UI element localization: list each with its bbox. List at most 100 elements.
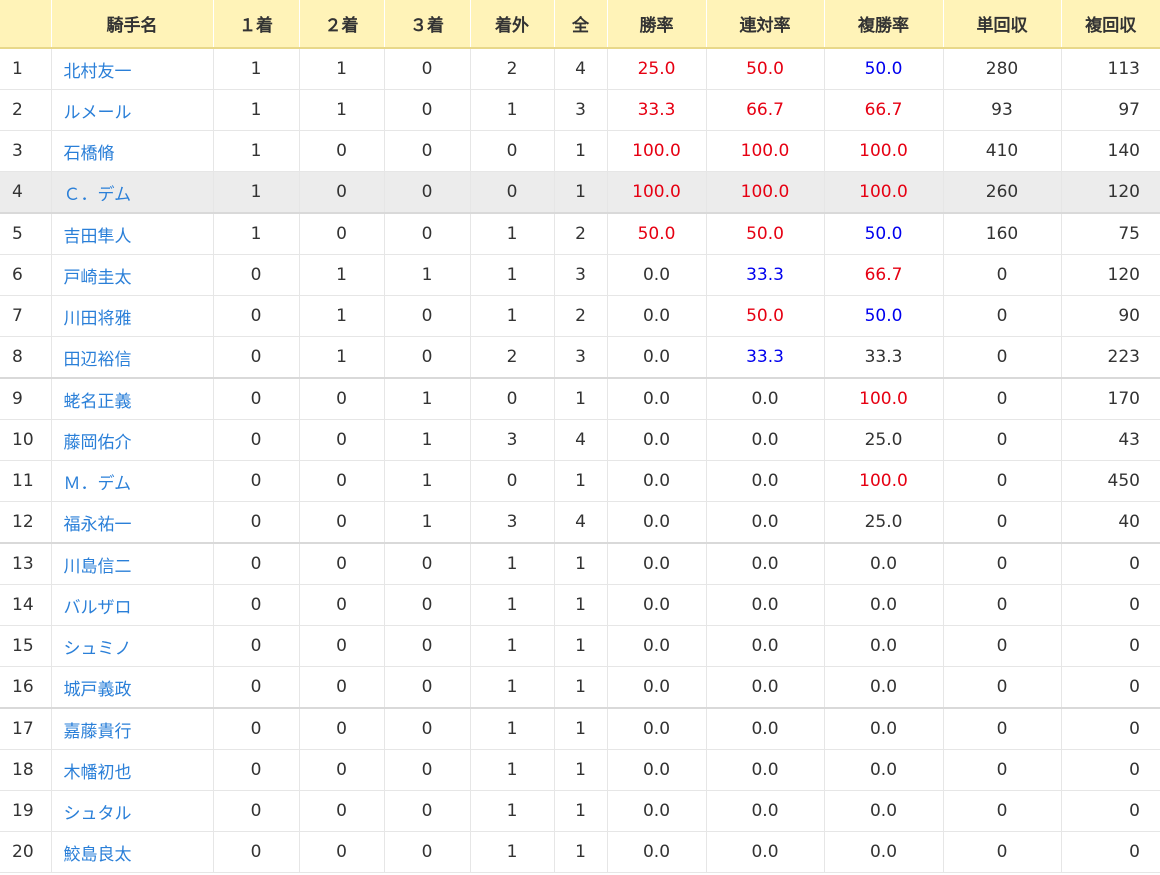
cell-win-rate: 0.0	[607, 460, 707, 502]
cell-win-return: 410	[943, 130, 1062, 172]
cell-out-of-place: 1	[470, 254, 555, 296]
jockey-name-link[interactable]: シュミノ	[64, 639, 132, 659]
cell-place-return: 0	[1061, 831, 1160, 873]
jockey-name-link[interactable]: 田辺裕信	[64, 350, 132, 370]
jockey-name-link[interactable]: 戸崎圭太	[64, 268, 132, 288]
cell-win-return: 0	[943, 336, 1062, 379]
jockey-name-link[interactable]: ルメール	[64, 103, 132, 123]
cell-rank: 10	[0, 419, 52, 461]
cell-out-of-place: 1	[470, 666, 555, 709]
cell-all: 1	[554, 790, 608, 832]
cell-all: 1	[554, 460, 608, 502]
cell-quinella-rate: 66.7	[706, 89, 825, 131]
cell-second: 0	[299, 625, 385, 667]
cell-rank: 9	[0, 378, 52, 420]
cell-place-rate: 25.0	[824, 419, 944, 461]
cell-third: 0	[384, 831, 471, 873]
jockey-name-link[interactable]: Ｍ．デム	[64, 474, 132, 494]
jockey-name-link[interactable]: 城戸義政	[64, 680, 132, 700]
cell-place-return: 0	[1061, 625, 1160, 667]
jockey-name-link[interactable]: バルザロ	[64, 598, 132, 618]
jockey-name-link[interactable]: 木幡初也	[64, 763, 132, 783]
cell-quinella-rate: 0.0	[706, 460, 825, 502]
cell-place-rate: 0.0	[824, 666, 944, 709]
cell-first: 0	[213, 666, 300, 709]
cell-win-rate: 0.0	[607, 501, 707, 544]
cell-win-return: 0	[943, 708, 1062, 750]
cell-place-return: 0	[1061, 584, 1160, 626]
cell-quinella-rate: 0.0	[706, 666, 825, 709]
jockey-name-link[interactable]: 吉田隼人	[64, 227, 132, 247]
header-first[interactable]: １着	[213, 0, 300, 49]
cell-first: 0	[213, 295, 300, 337]
cell-second: 0	[299, 130, 385, 172]
cell-first: 0	[213, 378, 300, 420]
jockey-name-link[interactable]: 北村友一	[64, 62, 132, 82]
cell-win-rate: 0.0	[607, 625, 707, 667]
cell-third: 0	[384, 749, 471, 791]
cell-place-rate: 66.7	[824, 89, 944, 131]
header-quinella-rate[interactable]: 連対率	[706, 0, 825, 49]
cell-second: 0	[299, 460, 385, 502]
cell-third: 0	[384, 666, 471, 709]
cell-place-rate: 100.0	[824, 460, 944, 502]
jockey-stats-table: 騎手名 １着 ２着 ３着 着外 全 勝率 連対率 複勝率 単回収 複回収 1 北村…	[0, 0, 1160, 873]
cell-out-of-place: 1	[470, 708, 555, 750]
header-win-rate[interactable]: 勝率	[607, 0, 707, 49]
cell-place-return: 43	[1061, 419, 1160, 461]
header-second[interactable]: ２着	[299, 0, 385, 49]
jockey-name-link[interactable]: 嘉藤貴行	[64, 722, 132, 742]
cell-jockey-name: 福永祐一	[51, 501, 214, 544]
jockey-name-link[interactable]: 藤岡佑介	[64, 433, 132, 453]
jockey-name-link[interactable]: 鮫島良太	[64, 845, 132, 865]
cell-quinella-rate: 0.0	[706, 749, 825, 791]
cell-place-rate: 50.0	[824, 213, 944, 255]
cell-place-rate: 66.7	[824, 254, 944, 296]
header-place-rate[interactable]: 複勝率	[824, 0, 944, 49]
table-row: 15 シュミノ 0 0 0 1 1 0.0 0.0 0.0 0 0	[0, 625, 1160, 667]
jockey-name-link[interactable]: 石橋脩	[64, 144, 115, 164]
header-out-of-place[interactable]: 着外	[470, 0, 555, 49]
cell-place-return: 0	[1061, 790, 1160, 832]
cell-second: 1	[299, 89, 385, 131]
cell-first: 0	[213, 625, 300, 667]
jockey-name-link[interactable]: 福永祐一	[64, 515, 132, 535]
cell-win-return: 0	[943, 831, 1062, 873]
cell-out-of-place: 0	[470, 378, 555, 420]
cell-place-rate: 0.0	[824, 584, 944, 626]
header-rank	[0, 0, 52, 49]
cell-out-of-place: 3	[470, 501, 555, 544]
cell-win-rate: 100.0	[607, 171, 707, 214]
jockey-name-link[interactable]: Ｃ．デム	[64, 185, 132, 205]
cell-all: 3	[554, 254, 608, 296]
cell-jockey-name: シュタル	[51, 790, 214, 832]
cell-jockey-name: 嘉藤貴行	[51, 708, 214, 750]
cell-rank: 11	[0, 460, 52, 502]
cell-place-return: 0	[1061, 543, 1160, 585]
cell-win-rate: 50.0	[607, 213, 707, 255]
cell-first: 0	[213, 501, 300, 544]
cell-rank: 18	[0, 749, 52, 791]
jockey-name-link[interactable]: シュタル	[64, 804, 132, 824]
jockey-name-link[interactable]: 蛯名正義	[64, 392, 132, 412]
header-place-return[interactable]: 複回収	[1061, 0, 1160, 49]
cell-third: 0	[384, 171, 471, 214]
header-jockey-name[interactable]: 騎手名	[51, 0, 214, 49]
table-row: 2 ルメール 1 1 0 1 3 33.3 66.7 66.7 93 97	[0, 89, 1160, 131]
table-row: 9 蛯名正義 0 0 1 0 1 0.0 0.0 100.0 0 170	[0, 378, 1160, 420]
jockey-name-link[interactable]: 川島信二	[64, 557, 132, 577]
header-win-return[interactable]: 単回収	[943, 0, 1062, 49]
cell-quinella-rate: 50.0	[706, 295, 825, 337]
cell-second: 0	[299, 708, 385, 750]
cell-second: 0	[299, 831, 385, 873]
jockey-name-link[interactable]: 川田将雅	[64, 309, 132, 329]
header-row: 騎手名 １着 ２着 ３着 着外 全 勝率 連対率 複勝率 単回収 複回収	[0, 0, 1160, 49]
header-all[interactable]: 全	[554, 0, 608, 49]
cell-all: 3	[554, 89, 608, 131]
cell-quinella-rate: 0.0	[706, 584, 825, 626]
table-row: 12 福永祐一 0 0 1 3 4 0.0 0.0 25.0 0 40	[0, 501, 1160, 544]
cell-rank: 6	[0, 254, 52, 296]
cell-win-return: 0	[943, 460, 1062, 502]
cell-place-rate: 100.0	[824, 378, 944, 420]
header-third[interactable]: ３着	[384, 0, 471, 49]
